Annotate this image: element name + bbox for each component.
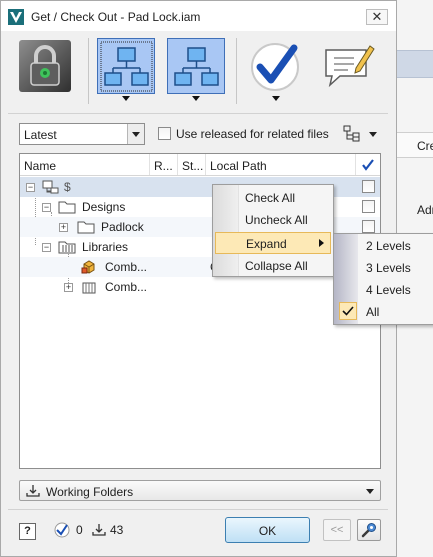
chevron-down-icon[interactable] (127, 124, 144, 144)
expand-icon[interactable]: + (64, 283, 73, 292)
submenu-item-2-levels[interactable]: 2 Levels (336, 235, 432, 257)
padlock-icon (19, 40, 71, 92)
working-folders-button[interactable]: Working Folders (19, 480, 381, 501)
include-children-dropdown[interactable] (122, 96, 130, 101)
include-children-button[interactable] (97, 38, 155, 94)
window-title: Get / Check Out - Pad Lock.iam (31, 10, 201, 24)
submenu-item-4-levels[interactable]: 4 Levels (336, 279, 432, 301)
vault-root-icon (42, 180, 59, 194)
menu-item-check-all[interactable]: Check All (215, 187, 331, 209)
menu-item-expand-label: Expand (246, 237, 287, 251)
assembly-icon (81, 260, 95, 274)
toolbar (8, 32, 388, 108)
chevron-down-icon (366, 489, 374, 494)
submenu-item-3-levels[interactable]: 3 Levels (336, 257, 432, 279)
collapse-panel-button[interactable]: << (323, 519, 351, 541)
submenu-item-all[interactable]: All (336, 301, 432, 323)
download-count: 43 (110, 523, 124, 537)
background-cell: Adm (417, 203, 433, 217)
revision-value: Latest (24, 128, 57, 142)
toolbar-separator (88, 38, 89, 104)
tree-row-label: Comb... (105, 280, 148, 294)
tree-context-menu: Check All Uncheck All Expand Collapse Al… (212, 184, 334, 277)
background-ribbon-strip (397, 50, 433, 78)
menu-item-collapse-all[interactable]: Collapse All (215, 255, 331, 277)
tree-row-label: Libraries (82, 240, 129, 254)
row-checkbox[interactable] (362, 200, 375, 213)
comment-button[interactable] (318, 38, 376, 94)
working-folders-label: Working Folders (46, 485, 134, 499)
revision-dropdown[interactable]: Latest (19, 123, 145, 145)
settings-icon (361, 523, 376, 538)
tree-view-button[interactable] (339, 124, 379, 144)
folder-icon (58, 201, 76, 214)
footer-divider (8, 509, 388, 510)
tree-row-label: Designs (82, 200, 126, 214)
use-released-checkbox[interactable] (158, 127, 171, 140)
submenu-item-all-label: All (366, 305, 380, 319)
checkmark-icon (251, 43, 299, 91)
tree-row-label: Comb... (105, 260, 148, 274)
column-local-path[interactable]: Local Path (206, 154, 356, 175)
checked-count: 0 (76, 523, 83, 537)
row-checkbox[interactable] (362, 180, 375, 193)
check-out-button[interactable] (246, 38, 304, 94)
speech-bubble-pencil-icon (325, 45, 375, 88)
chevron-down-icon (369, 132, 377, 137)
chevron-right-icon (319, 239, 324, 247)
collapse-icon[interactable]: − (26, 183, 35, 192)
use-released-label: Use released for related files (176, 127, 329, 141)
menu-item-uncheck-all[interactable]: Uncheck All (215, 209, 331, 231)
vault-logo-icon (8, 9, 24, 25)
tree-row-combination-part[interactable]: + Comb... (20, 277, 380, 297)
check-out-dropdown[interactable] (272, 96, 280, 101)
column-revision[interactable]: R... (150, 154, 178, 175)
settings-button[interactable] (357, 519, 381, 541)
checkmark-icon (339, 302, 357, 320)
column-status[interactable]: St... (178, 154, 206, 175)
help-button[interactable]: ? (19, 523, 36, 540)
include-parents-button[interactable] (167, 38, 225, 94)
part-icon (82, 282, 96, 294)
tree-view-icon (343, 125, 360, 142)
expand-submenu: 2 Levels 3 Levels 4 Levels All (333, 233, 433, 325)
tree-row-label: Padlock (101, 220, 144, 234)
checked-status-icon (54, 522, 70, 538)
menu-item-expand[interactable]: Expand (215, 232, 331, 254)
expand-icon[interactable]: + (59, 223, 68, 232)
collapse-icon[interactable]: − (42, 243, 51, 252)
include-parents-dropdown[interactable] (192, 96, 200, 101)
column-check[interactable] (356, 154, 380, 175)
toolbar-divider (8, 113, 388, 114)
collapse-icon[interactable]: − (42, 203, 51, 212)
download-icon (92, 524, 106, 536)
toolbar-separator (236, 38, 237, 104)
download-icon (26, 485, 40, 497)
grid-header: Name R... St... Local Path (20, 154, 380, 176)
folder-icon (77, 221, 95, 234)
hierarchy-children-icon (100, 41, 153, 92)
library-folder-icon (58, 241, 76, 254)
column-name[interactable]: Name (20, 154, 150, 175)
row-checkbox[interactable] (362, 220, 375, 233)
ok-button[interactable]: OK (225, 517, 310, 543)
title-bar[interactable]: Get / Check Out - Pad Lock.iam ✕ (1, 1, 396, 31)
hierarchy-parents-icon (174, 47, 219, 86)
tree-row-label: $ (64, 180, 71, 194)
checkmark-icon (362, 159, 374, 171)
background-column-header: Cre (397, 132, 433, 158)
lock-status-button[interactable] (16, 38, 74, 94)
close-button[interactable]: ✕ (366, 9, 388, 25)
